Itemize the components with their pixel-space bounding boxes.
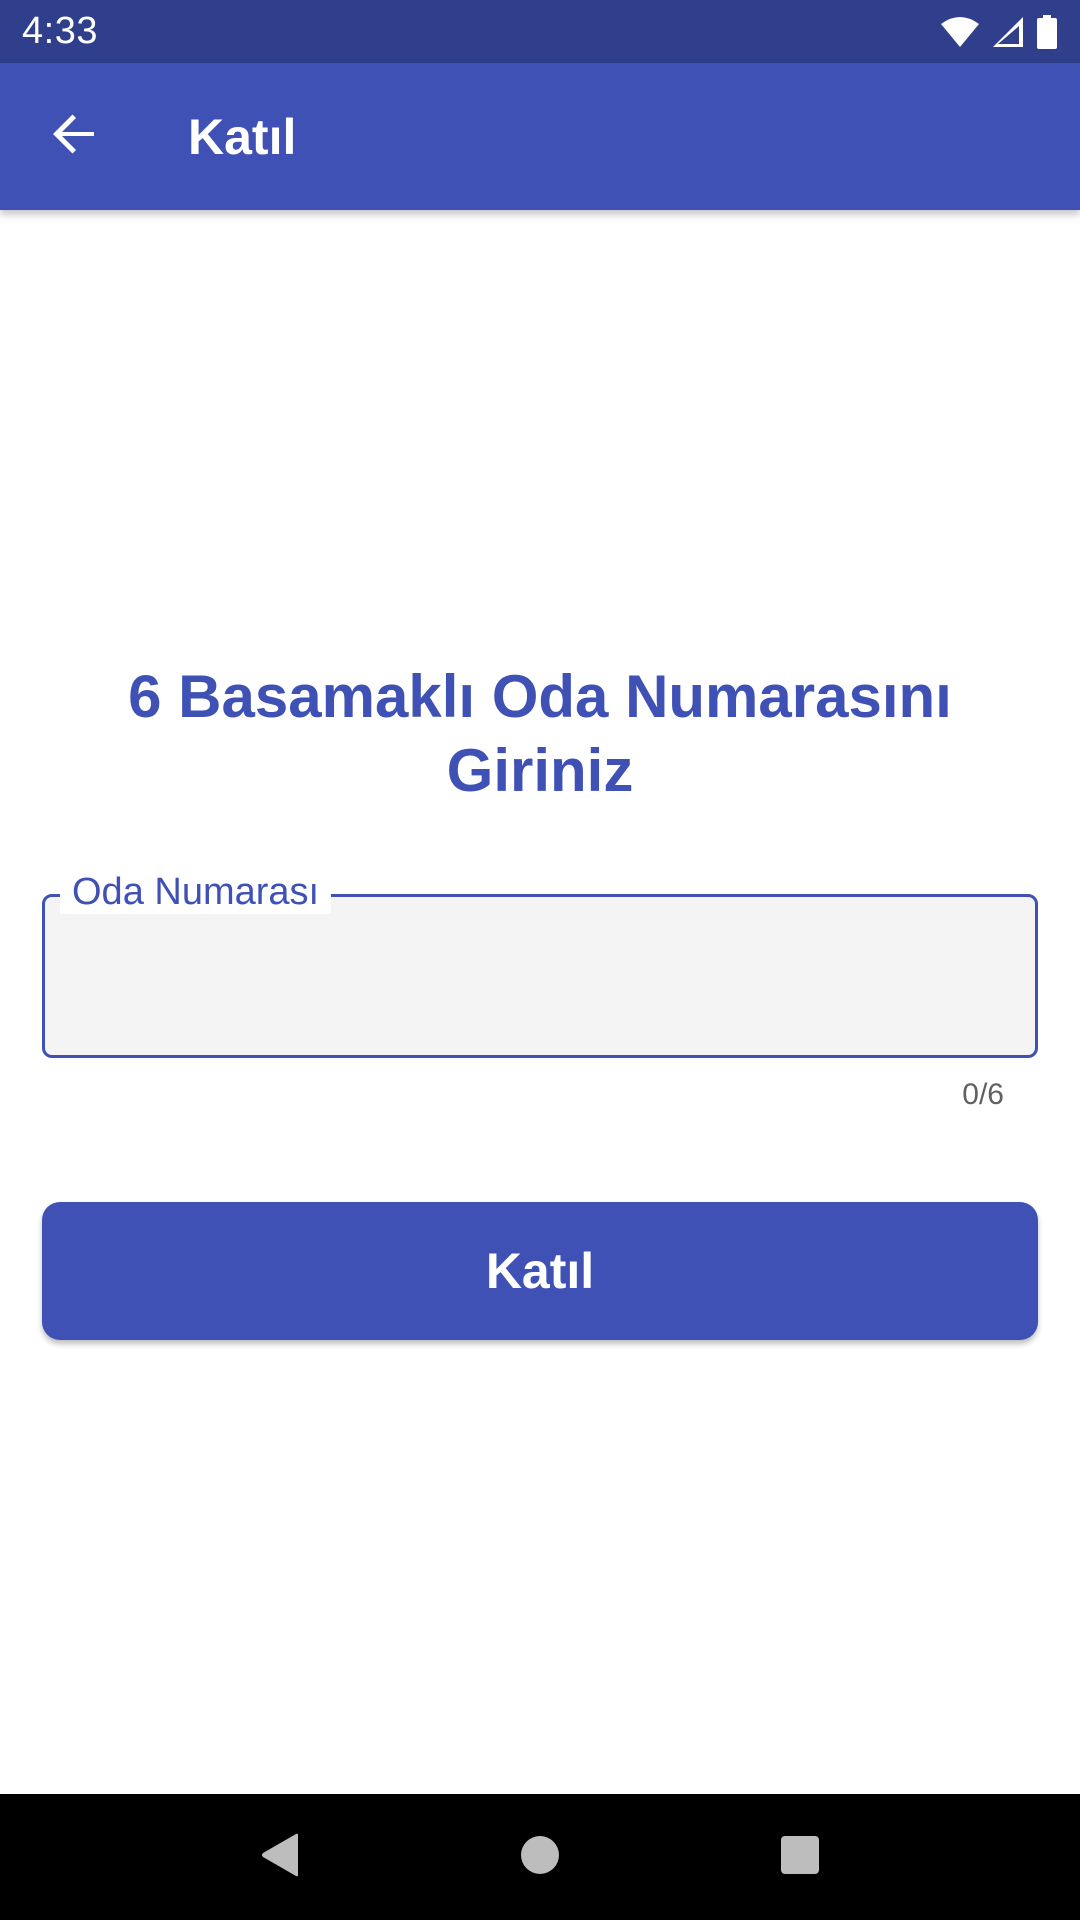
character-counter: 0/6 [962,1078,1004,1111]
nav-recents-button[interactable] [745,1802,855,1912]
status-bar: 4:33 [0,0,1080,63]
back-triangle-icon [258,1831,302,1884]
back-button[interactable] [24,87,124,187]
instruction-heading: 6 Basamaklı Oda Numarasını Giriniz [128,663,952,804]
page-title: Katıl [188,108,297,165]
room-number-input[interactable] [72,944,1002,1014]
screen: 4:33 Katıl 6 Basamaklı Oda Numarasını Gi… [0,0,1080,1920]
status-time: 4:33 [22,10,98,52]
signal-icon [992,16,1024,48]
status-icons [940,14,1058,49]
battery-icon [1036,14,1058,49]
room-number-field[interactable]: Oda Numarası [42,870,1038,1058]
room-number-label: Oda Numarası [60,870,332,914]
app-bar: Katıl [0,63,1080,210]
home-circle-icon [520,1835,560,1880]
recents-square-icon [780,1835,820,1880]
nav-back-button[interactable] [225,1802,335,1912]
join-button[interactable]: Katıl [42,1202,1038,1340]
navigation-bar [0,1794,1080,1920]
arrow-back-icon [50,110,98,163]
join-button-label: Katıl [485,1243,595,1299]
wifi-icon [940,16,980,48]
nav-home-button[interactable] [485,1802,595,1912]
